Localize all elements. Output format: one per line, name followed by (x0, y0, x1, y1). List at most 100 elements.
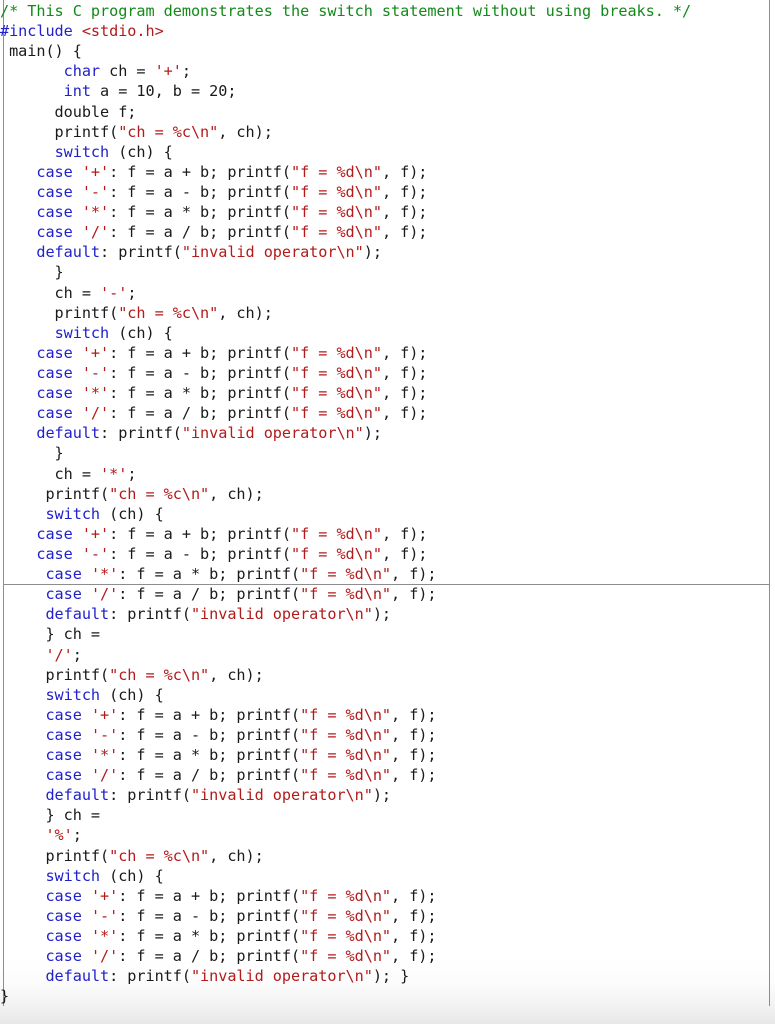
code-token-plain: printf( (0, 484, 110, 503)
code-token-plain: : f = a * b; printf( (109, 384, 291, 403)
code-token-plain: ; (181, 62, 191, 81)
code-token-plain: : f = a - b; printf( (109, 363, 291, 382)
code-token-str: "invalid operator\n" (181, 424, 364, 443)
code-token-plain: , f); (391, 927, 437, 946)
code-token-kw: case (36, 544, 73, 563)
code-token-str: "ch = %c\n" (118, 122, 219, 141)
code-token-str: '-' (100, 283, 128, 302)
code-token-plain: , ch); (218, 122, 273, 141)
code-token-str: "f = %d\n" (291, 162, 382, 181)
code-line: printf("ch = %c\n", ch); (0, 484, 775, 504)
code-token-plain: } (0, 444, 64, 463)
code-token-plain: , ch); (218, 303, 273, 322)
code-token-plain: : f = a - b; printf( (118, 725, 301, 744)
code-token-plain: } (0, 987, 10, 1006)
code-token-plain: : f = a - b; printf( (109, 544, 291, 563)
code-token-str: "ch = %c\n" (109, 846, 210, 865)
code-token-plain: , f); (381, 544, 428, 563)
code-token-plain: ; (127, 283, 137, 302)
code-token-str: "f = %d\n" (291, 524, 382, 543)
code-line: case '+': f = a + b; printf("f = %d\n", … (0, 886, 775, 906)
code-line: case '*': f = a * b; printf("f = %d\n", … (0, 926, 775, 946)
code-token-kw: case (45, 886, 82, 905)
code-token-plain: , f); (391, 585, 437, 604)
code-token-str: "invalid operator\n" (190, 967, 373, 986)
code-token-plain: ); } (372, 967, 410, 986)
code-token-plain: : printf( (109, 967, 191, 986)
code-token-str: '/' (81, 223, 110, 242)
code-token-str: '-' (90, 725, 119, 744)
code-line: case '-': f = a - b; printf("f = %d\n", … (0, 544, 775, 564)
code-token-str: "f = %d\n" (300, 906, 392, 925)
code-line: } (0, 262, 775, 282)
code-token-kw: case (45, 947, 82, 966)
code-token-plain: : f = a + b; printf( (118, 705, 301, 724)
code-token-plain: ); (372, 786, 392, 805)
code-token-plain: : f = a / b; printf( (109, 404, 291, 423)
code-token-str: '/' (81, 404, 110, 423)
code-token-kw: case (45, 766, 82, 785)
code-token-plain: } ch = (0, 806, 101, 825)
code-token-plain: : printf( (109, 605, 191, 624)
code-line: case '*': f = a * b; printf("f = %d\n", … (0, 202, 775, 222)
code-token-plain: (ch) { (100, 685, 164, 704)
code-token-str: "f = %d\n" (300, 927, 392, 946)
code-token-plain: : printf( (109, 786, 191, 805)
code-token-kw: default (36, 243, 101, 262)
code-token-str: '+' (81, 524, 110, 543)
code-token-str: "f = %d\n" (291, 363, 382, 382)
code-token-plain: , f); (381, 223, 428, 242)
code-token-plain: ; (72, 645, 82, 664)
code-token-str: '*' (90, 927, 119, 946)
code-token-str: '*' (90, 746, 119, 765)
code-token-str: "invalid operator\n" (190, 786, 373, 805)
code-token-kw: case (36, 524, 73, 543)
code-token-plain: : f = a + b; printf( (109, 343, 291, 362)
code-token-plain: : f = a / b; printf( (118, 766, 301, 785)
code-line: case '/': f = a / b; printf("f = %d\n", … (0, 765, 775, 785)
code-token-plain: , f); (381, 162, 428, 181)
code-line: case '/': f = a / b; printf("f = %d\n", … (0, 222, 775, 242)
code-token-str: '+' (81, 162, 110, 181)
code-listing-page: /* This C program demonstrates the switc… (0, 0, 775, 1024)
code-token-str: "f = %d\n" (291, 384, 382, 403)
code-token-plain: , f); (391, 746, 437, 765)
code-token-plain: : f = a - b; printf( (109, 182, 291, 201)
source-code-block[interactable]: /* This C program demonstrates the switc… (0, 1, 775, 1006)
code-line: } ch = (0, 805, 775, 825)
code-token-plain: , f); (391, 725, 437, 744)
code-line: ch = '*'; (0, 464, 775, 484)
code-token-kw: case (36, 182, 73, 201)
code-line: switch (ch) { (0, 142, 775, 162)
code-token-kw: case (45, 927, 82, 946)
code-token-str: "f = %d\n" (291, 223, 382, 242)
code-line: switch (ch) { (0, 685, 775, 705)
code-token-plain: (ch) { (109, 323, 173, 342)
code-token-comment: /* This C program demonstrates the switc… (0, 2, 692, 20)
code-token-kw: switch (54, 323, 110, 342)
